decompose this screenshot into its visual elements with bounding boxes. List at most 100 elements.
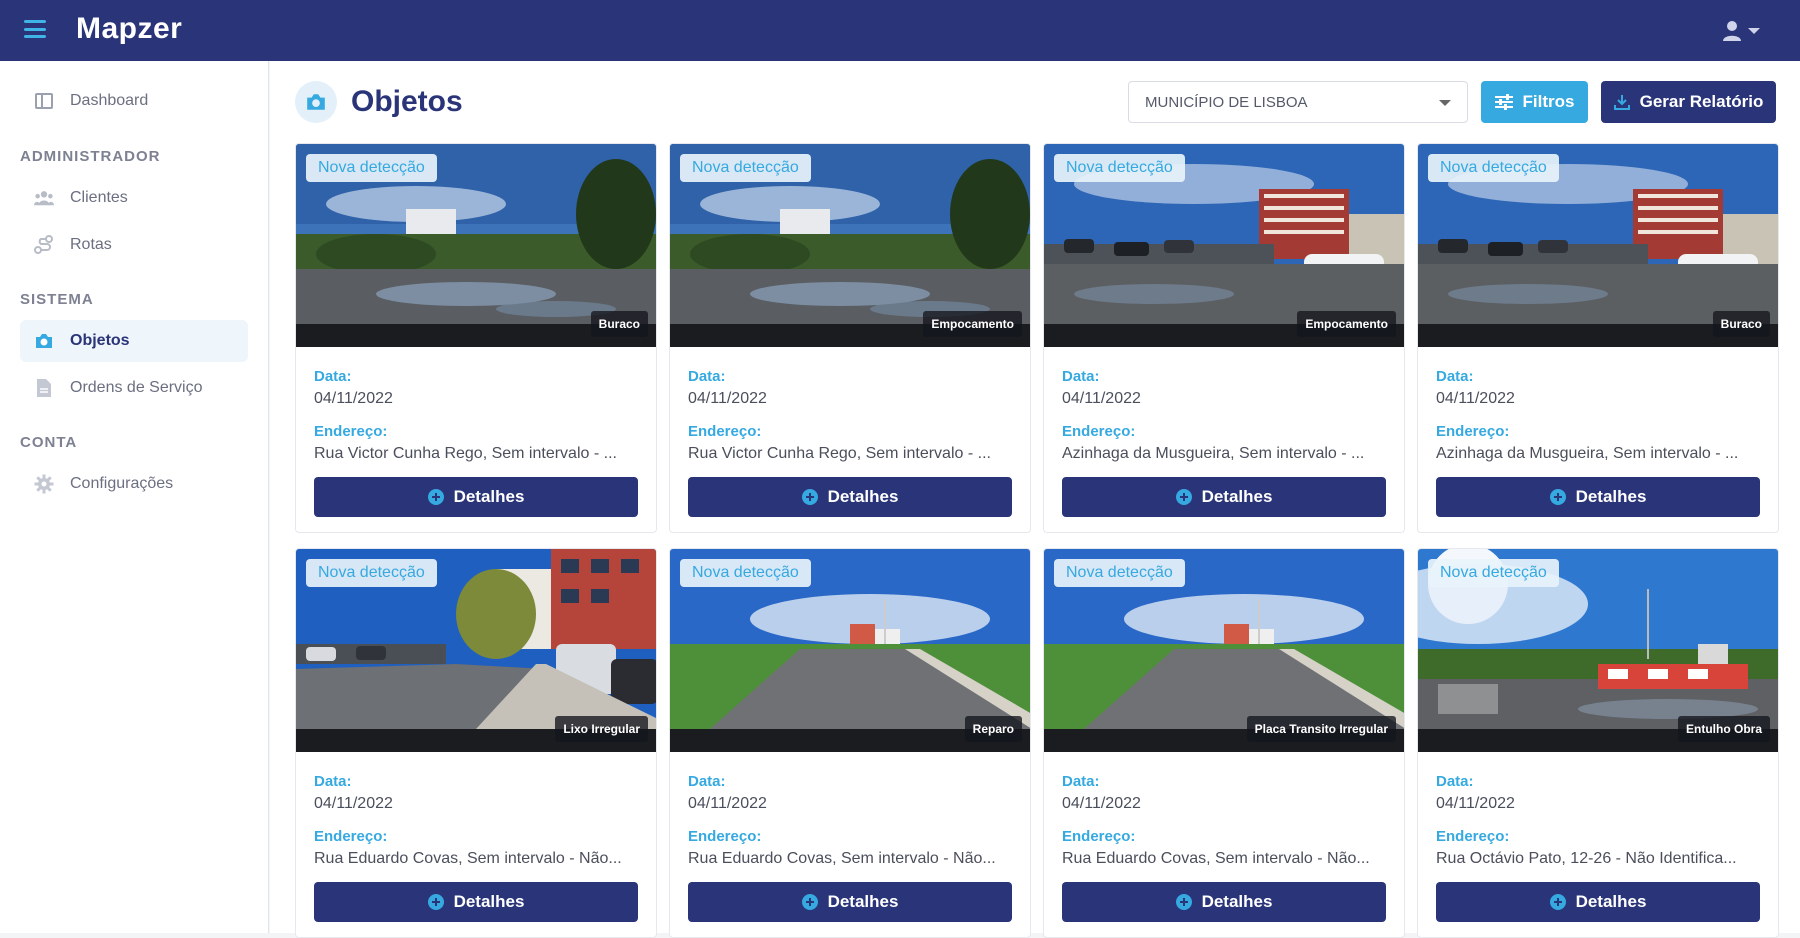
details-button-label: Detalhes [827,892,899,911]
object-type-badge: Reparo [964,716,1022,742]
details-button[interactable]: Detalhes [688,477,1012,517]
page-header: Objetos MUNICÍPIO DE LISBOA Filtros Gera… [270,61,1800,143]
brand-logo[interactable]: Mapzer [76,12,182,46]
sidebar-item-label: Objetos [70,332,130,349]
address-value: Rua Victor Cunha Rego, Sem intervalo - .… [314,445,617,462]
details-button[interactable]: Detalhes [1436,477,1760,517]
object-photo: Nova detecção Entulho Obra [1418,549,1778,752]
new-detection-badge: Nova detecção [1054,559,1185,587]
new-detection-badge: Nova detecção [1428,559,1559,587]
address-label: Endereço: [1436,423,1510,440]
plus-circle-icon [801,489,818,505]
sidebar-item-dashboard[interactable]: Dashboard [20,80,248,122]
plus-circle-icon [1549,894,1566,910]
date-value: 04/11/2022 [314,390,393,407]
details-button-label: Detalhes [1201,892,1273,911]
municipality-select-value: MUNICÍPIO DE LISBOA [1145,93,1308,111]
object-photo: Nova detecção Placa Transito Irregular [1044,549,1404,752]
menu-icon[interactable] [24,20,46,38]
object-photo: Nova detecção Buraco [1418,144,1778,347]
top-bar: Mapzer [0,0,1800,61]
new-detection-badge: Nova detecção [680,559,811,587]
details-button[interactable]: Detalhes [1062,882,1386,922]
sidebar-item-rotas[interactable]: Rotas [20,224,248,266]
address-value: Rua Victor Cunha Rego, Sem intervalo - .… [688,445,991,462]
details-button[interactable]: Detalhes [1436,882,1760,922]
object-photo: Nova detecção Reparo [670,549,1030,752]
sidebar-item-ordens[interactable]: Ordens de Serviço [20,367,248,409]
date-label: Data: [314,368,352,385]
details-button-label: Detalhes [453,487,525,506]
sidebar: Dashboard ADMINISTRADOR Clientes Rotas S… [0,61,269,933]
section-title-system: SISTEMA [20,291,94,308]
object-type-badge: Empocamento [923,311,1022,337]
address-label: Endereço: [314,423,388,440]
generate-report-label: Gerar Relatório [1639,92,1764,111]
download-icon [1613,95,1630,110]
sidebar-item-clientes[interactable]: Clientes [20,177,248,219]
filters-button[interactable]: Filtros [1481,81,1588,123]
gear-icon [34,474,54,494]
address-label: Endereço: [688,423,762,440]
sidebar-item-label: Dashboard [70,92,149,109]
camera-icon [34,331,54,351]
object-photo: Nova detecção Empocamento [670,144,1030,347]
generate-report-button[interactable]: Gerar Relatório [1601,81,1776,123]
details-button[interactable]: Detalhes [688,882,1012,922]
main-content: Objetos MUNICÍPIO DE LISBOA Filtros Gera… [270,61,1800,938]
new-detection-badge: Nova detecção [680,154,811,182]
details-button-label: Detalhes [1575,487,1647,506]
object-card[interactable]: Nova detecção Placa Transito Irregular Dat… [1043,548,1405,938]
address-value: Rua Eduardo Covas, Sem intervalo - Não..… [688,850,996,867]
address-label: Endereço: [314,828,388,845]
object-card[interactable]: Nova detecção Empocamento Data: 04/11/2022 E… [669,143,1031,533]
plus-circle-icon [1549,489,1566,505]
object-card[interactable]: Nova detecção Buraco Data: 04/11/2022 Endere… [295,143,657,533]
sidebar-item-configuracoes[interactable]: Configurações [20,463,248,505]
date-value: 04/11/2022 [1436,390,1515,407]
details-button[interactable]: Detalhes [1062,477,1386,517]
object-card[interactable]: Nova detecção Buraco Data: 04/11/2022 Endere… [1417,143,1779,533]
object-type-badge: Buraco [1712,311,1770,337]
object-type-badge: Lixo Irregular [555,716,648,742]
municipality-select[interactable]: MUNICÍPIO DE LISBOA [1128,81,1468,123]
new-detection-badge: Nova detecção [1428,154,1559,182]
object-card[interactable]: Nova detecção Empocamento Data: 04/11/2022 E… [1043,143,1405,533]
sliders-icon [1494,94,1513,110]
date-label: Data: [1062,773,1100,790]
date-value: 04/11/2022 [688,390,767,407]
dashboard-icon [34,91,54,111]
object-card[interactable]: Nova detecção Entulho Obra Data: 04/11/2022… [1417,548,1779,938]
object-card[interactable]: Nova detecção Reparo Data: 04/11/2022 Endere… [669,548,1031,938]
filters-button-label: Filtros [1522,92,1575,111]
date-value: 04/11/2022 [1436,795,1515,812]
document-icon [34,378,54,398]
address-value: Azinhaga da Musgueira, Sem intervalo - .… [1062,445,1365,462]
plus-circle-icon [801,894,818,910]
details-button-label: Detalhes [453,892,525,911]
sidebar-item-label: Configurações [70,475,174,492]
new-detection-badge: Nova detecção [1054,154,1185,182]
details-button-label: Detalhes [1201,487,1273,506]
address-label: Endereço: [1062,423,1136,440]
address-label: Endereço: [1436,828,1510,845]
chevron-down-icon [1748,28,1760,34]
object-photo: Nova detecção Empocamento [1044,144,1404,347]
date-value: 04/11/2022 [314,795,393,812]
sidebar-item-objetos[interactable]: Objetos [20,320,248,362]
date-label: Data: [688,773,726,790]
new-detection-badge: Nova detecção [306,154,437,182]
section-title-admin: ADMINISTRADOR [20,148,161,165]
page-title: Objetos [351,85,463,118]
object-type-badge: Entulho Obra [1678,716,1770,742]
date-label: Data: [688,368,726,385]
object-card[interactable]: Nova detecção Lixo Irregular Data: 04/11/20… [295,548,657,938]
user-icon [1723,21,1741,41]
address-label: Endereço: [1062,828,1136,845]
address-value: Rua Eduardo Covas, Sem intervalo - Não..… [1062,850,1370,867]
user-menu[interactable] [1722,20,1760,42]
object-type-badge: Empocamento [1297,311,1396,337]
sidebar-item-label: Ordens de Serviço [70,379,203,396]
details-button[interactable]: Detalhes [314,477,638,517]
details-button[interactable]: Detalhes [314,882,638,922]
